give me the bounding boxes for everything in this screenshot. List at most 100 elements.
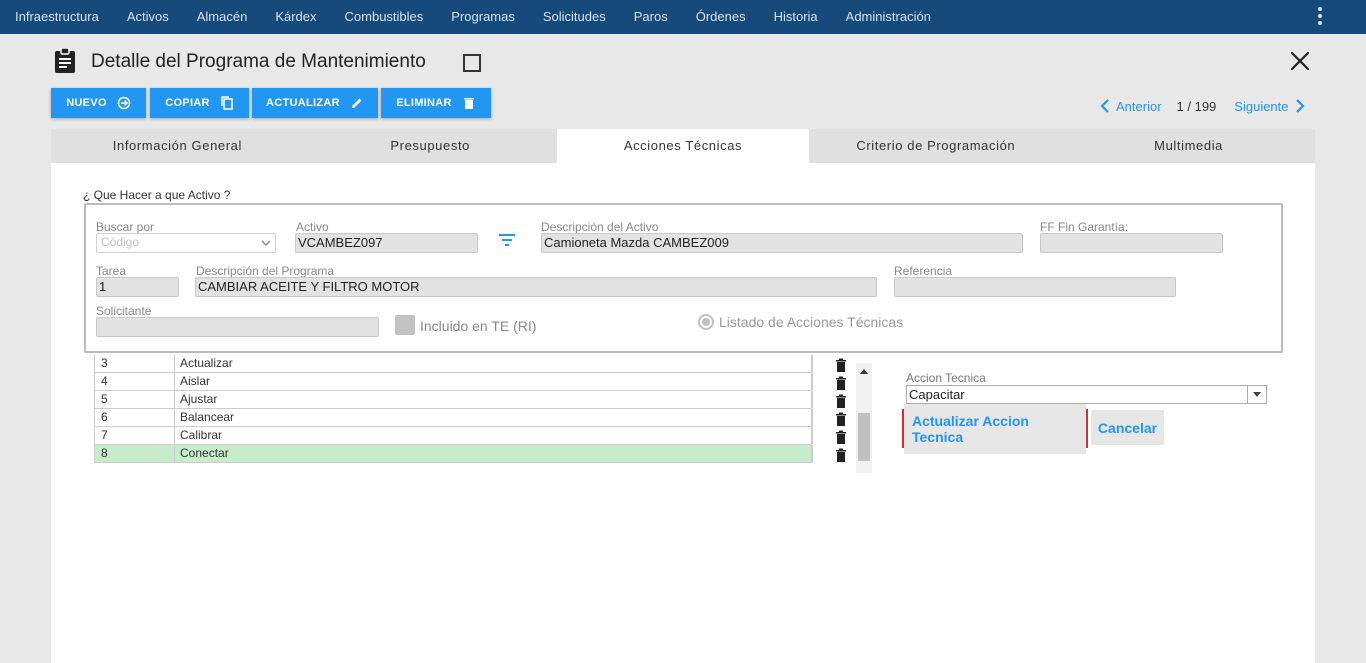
nav-item-programas[interactable]: Programas: [437, 0, 529, 34]
nav-item-administracion[interactable]: Administración: [832, 0, 945, 34]
update-accion-button[interactable]: Actualizar Accion Tecnica: [902, 403, 1088, 454]
tab-criterio-programacion[interactable]: Criterio de Programación: [809, 129, 1062, 163]
close-icon[interactable]: [1288, 49, 1312, 73]
solicitante-input[interactable]: [96, 317, 379, 337]
row-number: 5: [95, 391, 175, 408]
row-name: Actualizar: [175, 355, 813, 372]
delete-icon[interactable]: [835, 376, 847, 390]
nav-item-ordenes[interactable]: Órdenes: [682, 0, 760, 34]
buscar-por-select[interactable]: Código: [96, 233, 276, 253]
row-name: Calibrar: [175, 427, 813, 444]
table-row-selected[interactable]: 8 Conectar: [94, 445, 813, 463]
table-row[interactable]: 7 Calibrar: [94, 427, 813, 445]
nav-item-combustibles[interactable]: Combustibles: [331, 0, 438, 34]
solicitante-label: Solicitante: [96, 304, 152, 318]
tarea-input[interactable]: 1: [96, 277, 179, 297]
tab-presupuesto[interactable]: Presupuesto: [304, 129, 557, 163]
tarea-label: Tarea: [96, 264, 127, 278]
accion-tecnica-select[interactable]: Capacitar: [906, 385, 1267, 404]
pencil-icon: [351, 98, 362, 108]
scroll-thumb[interactable]: [858, 413, 870, 461]
delete-icon[interactable]: [835, 448, 847, 462]
section-label: ¿ Que Hacer a que Activo ?: [83, 188, 231, 202]
cancel-button[interactable]: Cancelar: [1091, 410, 1164, 445]
incluido-checkbox[interactable]: [395, 315, 415, 335]
buscar-por-placeholder: Código: [101, 235, 140, 249]
referencia-input[interactable]: [894, 277, 1176, 297]
nav-item-activos[interactable]: Activos: [113, 0, 183, 34]
row-name: Ajustar: [175, 391, 813, 408]
more-vert-icon[interactable]: [1314, 5, 1326, 27]
prev-link[interactable]: Anterior: [1100, 99, 1162, 114]
trash-icon: [463, 98, 474, 109]
row-number: 4: [95, 373, 175, 390]
row-number: 8: [95, 445, 175, 462]
activo-label: Activo: [296, 220, 329, 234]
page-title: Detalle del Programa de Mantenimiento: [91, 51, 426, 72]
nav-item-infraestructura[interactable]: Infraestructura: [0, 0, 113, 34]
accion-tecnica-value: Capacitar: [909, 387, 965, 402]
tab-bar: Información General Presupuesto Acciones…: [51, 129, 1315, 163]
eliminar-label: ELIMINAR: [396, 97, 452, 109]
row-number: 6: [95, 409, 175, 426]
table-row[interactable]: 4 Aislar: [94, 373, 813, 391]
chevron-right-icon: [1295, 99, 1305, 113]
delete-icon[interactable]: [835, 430, 847, 444]
delete-icon[interactable]: [835, 358, 847, 372]
eliminar-button[interactable]: ELIMINAR: [381, 88, 491, 118]
row-name: Balancear: [175, 409, 813, 426]
nuevo-label: NUEVO: [66, 97, 107, 109]
desc-programa-label: Descripción del Programa: [196, 264, 335, 278]
update-accion-label: Actualizar Accion Tecnica: [904, 403, 1086, 454]
buscar-por-label: Buscar por: [96, 220, 155, 234]
delete-icon[interactable]: [835, 412, 847, 426]
nav-item-almacen[interactable]: Almacén: [183, 0, 262, 34]
activo-input[interactable]: VCAMBEZ097: [295, 233, 478, 253]
nav-item-solicitudes[interactable]: Solicitudes: [529, 0, 620, 34]
row-number: 3: [95, 355, 175, 372]
copiar-button[interactable]: COPIAR: [150, 88, 249, 118]
dropdown-arrow-icon[interactable]: [1247, 386, 1266, 403]
desc-activo-label: Descripción del Activo: [541, 220, 659, 234]
copiar-label: COPIAR: [165, 97, 210, 109]
ff-garantia-label: FF Fin Garantía:: [1040, 220, 1129, 234]
add-circle-icon: [117, 96, 131, 110]
filter-icon[interactable]: [497, 231, 517, 249]
row-number: 7: [95, 427, 175, 444]
pager: Anterior 1 / 199 Siguiente: [1100, 96, 1305, 116]
listado-radio[interactable]: [698, 314, 714, 330]
row-name: Aislar: [175, 373, 813, 390]
tab-informacion-general[interactable]: Información General: [51, 129, 304, 163]
top-nav: Infraestructura Activos Almacén Kárdex C…: [0, 0, 1366, 34]
next-link[interactable]: Siguiente: [1234, 98, 1305, 114]
table-row[interactable]: 3 Actualizar: [94, 355, 813, 373]
listado-label: Listado de Acciones Técnicas: [719, 314, 904, 330]
table-row[interactable]: 6 Balancear: [94, 409, 813, 427]
nav-item-kardex[interactable]: Kárdex: [261, 0, 330, 34]
desc-activo-input[interactable]: Camioneta Mazda CAMBEZ009: [541, 233, 1023, 253]
nav-item-paros[interactable]: Paros: [620, 0, 682, 34]
desc-programa-input[interactable]: CAMBIAR ACEITE Y FILTRO MOTOR: [195, 277, 877, 297]
actualizar-label: ACTUALIZAR: [266, 97, 340, 109]
next-label: Siguiente: [1234, 98, 1289, 114]
nav-item-historia[interactable]: Historia: [760, 0, 832, 34]
clipboard-icon: [55, 48, 75, 73]
tab-acciones-tecnicas[interactable]: Acciones Técnicas: [556, 129, 810, 163]
chevron-left-icon: [1100, 99, 1109, 113]
title-checkbox[interactable]: [463, 54, 481, 72]
acciones-grid: 3 Actualizar 4 Aislar 5 Ajustar 6 Balanc…: [94, 355, 872, 473]
ff-garantia-input[interactable]: [1040, 233, 1223, 253]
scroll-up-arrow[interactable]: [860, 369, 868, 374]
actualizar-button[interactable]: ACTUALIZAR: [252, 88, 378, 118]
tab-multimedia[interactable]: Multimedia: [1062, 129, 1315, 163]
delete-icon[interactable]: [835, 394, 847, 408]
chevron-down-icon: [261, 240, 271, 246]
referencia-label: Referencia: [894, 264, 953, 278]
incluido-label: Incluido en TE (RI): [420, 318, 537, 334]
row-name: Conectar: [175, 445, 813, 462]
grid-scrollbar[interactable]: [856, 363, 872, 473]
nuevo-button[interactable]: NUEVO: [51, 88, 146, 118]
accion-tecnica-label: Accion Tecnica: [906, 371, 986, 385]
table-row[interactable]: 5 Ajustar: [94, 391, 813, 409]
page-count: 1 / 199: [1176, 98, 1217, 114]
